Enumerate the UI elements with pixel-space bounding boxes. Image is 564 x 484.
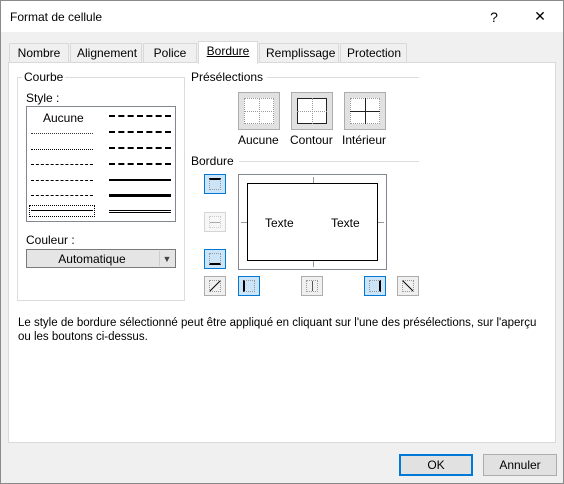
line-style-thick[interactable] bbox=[109, 194, 171, 197]
line-style-medium-dashed[interactable] bbox=[109, 163, 171, 165]
preset-none-icon bbox=[244, 98, 274, 124]
preset-outline-icon bbox=[297, 98, 327, 124]
preview-text-right: Texte bbox=[331, 216, 360, 230]
presets-group-label: Présélections bbox=[191, 70, 266, 84]
diagonal-down-icon bbox=[402, 280, 414, 292]
border-right-button[interactable] bbox=[364, 276, 386, 296]
preset-inside-button[interactable] bbox=[344, 92, 386, 130]
cancel-button[interactable]: Annuler bbox=[483, 454, 557, 476]
line-style-medium[interactable] bbox=[109, 179, 171, 181]
line-style-dashed[interactable] bbox=[31, 195, 93, 196]
courbe-group-label: Courbe bbox=[22, 70, 66, 84]
border-inside-vertical-button[interactable] bbox=[301, 276, 323, 296]
border-top-icon bbox=[209, 178, 221, 190]
line-style-hair[interactable] bbox=[31, 133, 93, 134]
presets-separator bbox=[267, 77, 419, 78]
line-style-dash-dot[interactable] bbox=[31, 180, 93, 181]
window-title: Format de cellule bbox=[10, 10, 103, 24]
border-group-label: Bordure bbox=[191, 154, 236, 168]
border-preview[interactable]: Texte Texte bbox=[238, 174, 387, 270]
title-bar: Format de cellule ? ✕ bbox=[1, 1, 563, 32]
style-label: Style : bbox=[26, 91, 60, 105]
diagonal-up-icon bbox=[209, 280, 221, 292]
border-inside-horizontal-icon bbox=[209, 216, 221, 228]
info-text: Le style de bordure sélectionné peut êtr… bbox=[18, 317, 537, 343]
border-inside-vertical-icon bbox=[306, 280, 318, 292]
border-separator bbox=[239, 161, 419, 162]
color-select-value: Automatique bbox=[58, 252, 126, 266]
preset-outline-button[interactable] bbox=[291, 92, 333, 130]
line-style-none[interactable]: Aucune bbox=[43, 111, 84, 125]
close-button[interactable]: ✕ bbox=[517, 1, 563, 32]
border-diagonal-up-button[interactable] bbox=[204, 276, 226, 296]
border-tab-panel: Courbe Style : Aucune Couleur : Automati… bbox=[8, 62, 556, 443]
tab-protection[interactable]: Protection bbox=[340, 43, 407, 63]
preset-none-button[interactable] bbox=[238, 92, 280, 130]
ok-button[interactable]: OK bbox=[399, 454, 473, 476]
help-button[interactable]: ? bbox=[471, 1, 517, 32]
format-cells-dialog: Format de cellule ? ✕ Nombre Alignement … bbox=[0, 0, 564, 484]
line-style-medium-dash-dot-dot[interactable] bbox=[109, 115, 171, 117]
color-label: Couleur : bbox=[26, 233, 75, 247]
line-style-focus bbox=[29, 205, 95, 217]
line-style-slant-dash-dot[interactable] bbox=[109, 131, 171, 133]
tab-remplissage[interactable]: Remplissage bbox=[259, 43, 339, 63]
tab-police[interactable]: Police bbox=[143, 43, 197, 63]
help-icon: ? bbox=[490, 8, 498, 25]
border-bottom-button[interactable] bbox=[204, 249, 226, 269]
preset-inside-icon bbox=[350, 98, 380, 124]
preset-inside-label: Intérieur bbox=[342, 133, 387, 147]
border-diagonal-down-button[interactable] bbox=[397, 276, 419, 296]
border-right-icon bbox=[369, 280, 381, 292]
tab-nombre[interactable]: Nombre bbox=[9, 43, 69, 63]
tab-bordure[interactable]: Bordure bbox=[198, 41, 258, 64]
border-left-icon bbox=[243, 280, 255, 292]
border-left-button[interactable] bbox=[238, 276, 260, 296]
preset-outline-label: Contour bbox=[290, 133, 333, 147]
line-style-double[interactable] bbox=[109, 210, 171, 213]
color-select[interactable]: Automatique ▼ bbox=[26, 249, 176, 268]
tab-alignement[interactable]: Alignement bbox=[70, 43, 142, 63]
line-style-dotted[interactable] bbox=[31, 149, 93, 150]
line-style-list[interactable]: Aucune bbox=[26, 106, 176, 222]
line-style-dash-dot-dot[interactable] bbox=[31, 164, 93, 165]
chevron-down-icon[interactable]: ▼ bbox=[159, 251, 174, 266]
border-top-button[interactable] bbox=[204, 174, 226, 194]
close-icon: ✕ bbox=[534, 8, 546, 24]
line-style-medium-dash-dot[interactable] bbox=[109, 147, 171, 149]
preview-text-left: Texte bbox=[265, 216, 294, 230]
border-bottom-icon bbox=[209, 253, 221, 265]
border-inside-horizontal-button[interactable] bbox=[204, 212, 226, 232]
preset-none-label: Aucune bbox=[238, 133, 279, 147]
